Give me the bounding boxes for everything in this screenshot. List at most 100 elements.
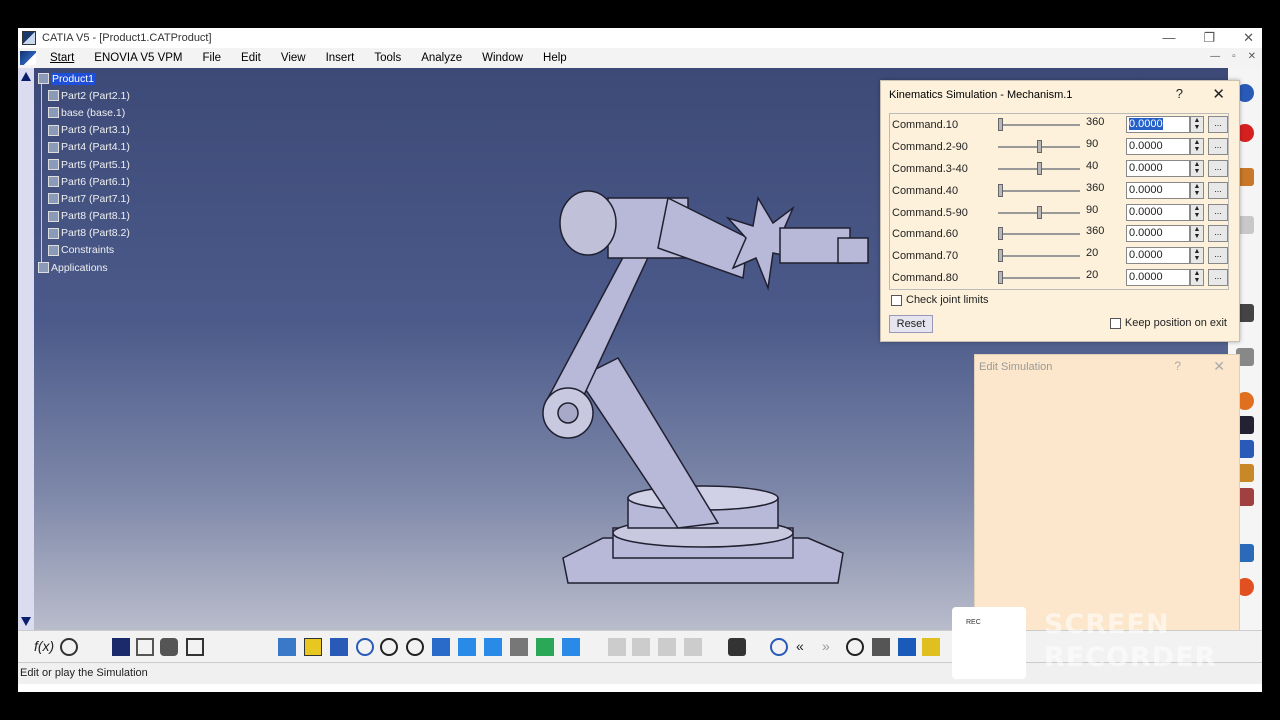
command-slider[interactable] bbox=[998, 271, 1080, 285]
tree-node[interactable]: Part6 (Part6.1) bbox=[38, 173, 130, 190]
command-slider[interactable] bbox=[998, 205, 1080, 219]
command-slider[interactable] bbox=[998, 161, 1080, 175]
value-spinner[interactable]: ▲ ▼ bbox=[1190, 203, 1204, 221]
formula-icon[interactable]: f(x) bbox=[34, 638, 54, 656]
tree-node[interactable]: Part8 (Part8.2) bbox=[38, 225, 130, 242]
menu-analyze[interactable]: Analyze bbox=[411, 52, 472, 64]
tree-node-label[interactable]: Part5 (Part5.1) bbox=[61, 159, 130, 171]
next-icon[interactable] bbox=[632, 638, 650, 656]
command-value-field[interactable]: 0.0000 bbox=[1126, 159, 1190, 177]
measure-icon[interactable] bbox=[872, 638, 890, 656]
check-joint-limits-checkbox[interactable] bbox=[891, 294, 902, 306]
value-spinner[interactable]: ▲ ▼ bbox=[1190, 269, 1204, 287]
iso-view-icon[interactable] bbox=[484, 638, 502, 656]
tree-node[interactable]: Applications bbox=[38, 259, 130, 276]
tree-node[interactable]: Constraints bbox=[38, 242, 130, 259]
doc-restore-button[interactable]: ▫ bbox=[1232, 51, 1236, 62]
tree-node-label[interactable]: Part8 (Part8.2) bbox=[61, 227, 130, 239]
multi-view-icon[interactable] bbox=[458, 638, 476, 656]
tree-node[interactable]: Part7 (Part7.1) bbox=[38, 190, 130, 207]
value-spinner[interactable]: ▲ ▼ bbox=[1190, 159, 1204, 177]
slider-thumb[interactable] bbox=[998, 227, 1003, 241]
sensor-toolbar-icon[interactable] bbox=[898, 638, 916, 656]
tree-root[interactable]: Product1 bbox=[38, 70, 130, 87]
more-button[interactable]: ... bbox=[1208, 137, 1228, 155]
robot-arm-model[interactable] bbox=[518, 128, 898, 628]
tree-node[interactable]: base (base.1) bbox=[38, 104, 130, 121]
search-icon[interactable] bbox=[846, 638, 864, 656]
forward-icon[interactable]: » bbox=[822, 638, 840, 656]
command-slider[interactable] bbox=[998, 139, 1080, 153]
keep-position[interactable]: Keep position on exit bbox=[1109, 317, 1227, 329]
menu-edit[interactable]: Edit bbox=[231, 52, 271, 64]
command-value-field[interactable]: 0.0000 bbox=[1126, 137, 1190, 155]
command-slider[interactable] bbox=[998, 249, 1080, 263]
check-joint-limits[interactable]: Check joint limits bbox=[891, 294, 989, 306]
command-value-field[interactable]: 0.0000 bbox=[1126, 247, 1190, 265]
tree-node-label[interactable]: base (base.1) bbox=[61, 107, 125, 119]
slider-thumb[interactable] bbox=[1036, 161, 1042, 175]
slider-thumb[interactable] bbox=[1036, 139, 1042, 153]
more-button[interactable]: ... bbox=[1208, 247, 1228, 265]
more-button[interactable]: ... bbox=[1208, 116, 1228, 133]
catalog-icon[interactable] bbox=[136, 638, 154, 656]
fit-all-icon[interactable] bbox=[304, 638, 322, 656]
command-slider[interactable] bbox=[998, 183, 1080, 197]
command-slider[interactable] bbox=[998, 118, 1080, 131]
value-spinner[interactable]: ▲ ▼ bbox=[1190, 137, 1204, 155]
edit-simulation-close-button[interactable]: ✕ bbox=[1213, 358, 1225, 375]
keep-position-checkbox[interactable] bbox=[1109, 317, 1121, 329]
edit-simulation-help-button[interactable]: ? bbox=[1174, 359, 1181, 373]
slider-thumb[interactable] bbox=[998, 271, 1003, 285]
slider-thumb[interactable] bbox=[1036, 205, 1042, 219]
table-icon[interactable] bbox=[112, 638, 130, 656]
knowledge-icon[interactable] bbox=[186, 638, 204, 656]
tree-node[interactable]: Part2 (Part2.1) bbox=[38, 87, 130, 104]
zoom-in-icon[interactable] bbox=[380, 638, 398, 656]
value-spinner[interactable]: ▲ ▼ bbox=[1190, 181, 1204, 199]
light-icon[interactable] bbox=[922, 638, 940, 656]
menu-view[interactable]: View bbox=[271, 52, 316, 64]
slider-thumb[interactable] bbox=[998, 183, 1003, 197]
menu-enovia[interactable]: ENOVIA V5 VPM bbox=[84, 52, 192, 64]
slider-thumb[interactable] bbox=[998, 118, 1003, 131]
more-button[interactable]: ... bbox=[1208, 203, 1228, 221]
zoom-out-icon[interactable] bbox=[406, 638, 424, 656]
more-button[interactable]: ... bbox=[1208, 225, 1228, 243]
menu-file[interactable]: File bbox=[193, 52, 232, 64]
pan-icon[interactable] bbox=[330, 638, 348, 656]
slider-thumb[interactable] bbox=[998, 249, 1003, 263]
command-value-field[interactable]: 0.0000 bbox=[1126, 269, 1190, 287]
lock-icon[interactable] bbox=[160, 638, 178, 656]
rotate-icon[interactable] bbox=[356, 638, 374, 656]
tree-node[interactable]: Part4 (Part4.1) bbox=[38, 139, 130, 156]
command-value-field[interactable]: 0.0000 bbox=[1126, 181, 1190, 199]
compass-logo-icon[interactable] bbox=[20, 51, 36, 65]
menu-start[interactable]: Start bbox=[40, 52, 84, 64]
swap-view-icon[interactable] bbox=[562, 638, 580, 656]
more-button[interactable]: ... bbox=[1208, 181, 1228, 199]
tree-node-label[interactable]: Part8 (Part8.1) bbox=[61, 210, 130, 222]
value-spinner[interactable]: ▲ ▼ bbox=[1190, 247, 1204, 265]
command-value-field[interactable]: 0.0000 bbox=[1126, 116, 1190, 133]
doc-minimize-button[interactable]: — bbox=[1210, 51, 1220, 62]
tree-node-label[interactable]: Constraints bbox=[61, 244, 114, 256]
more-button[interactable]: ... bbox=[1208, 269, 1228, 287]
compile-icon[interactable] bbox=[658, 638, 676, 656]
comment-icon[interactable] bbox=[60, 638, 78, 656]
menu-help[interactable]: Help bbox=[533, 52, 577, 64]
target-icon[interactable] bbox=[770, 638, 788, 656]
camera-icon[interactable] bbox=[728, 638, 746, 656]
maximize-button[interactable]: ❐ bbox=[1203, 30, 1215, 46]
simulation-icon[interactable] bbox=[608, 638, 626, 656]
dialog-close-button[interactable]: ✕ bbox=[1212, 85, 1225, 103]
tree-node[interactable]: Part8 (Part8.1) bbox=[38, 208, 130, 225]
command-value-field[interactable]: 0.0000 bbox=[1126, 203, 1190, 221]
command-slider[interactable] bbox=[998, 227, 1080, 241]
tree-node-label[interactable]: Part7 (Part7.1) bbox=[61, 193, 130, 205]
replay-icon[interactable] bbox=[684, 638, 702, 656]
doc-close-button[interactable]: ✕ bbox=[1248, 51, 1256, 62]
menu-tools[interactable]: Tools bbox=[364, 52, 411, 64]
tree-node[interactable]: Part5 (Part5.1) bbox=[38, 156, 130, 173]
rewind-icon[interactable]: « bbox=[796, 638, 814, 656]
